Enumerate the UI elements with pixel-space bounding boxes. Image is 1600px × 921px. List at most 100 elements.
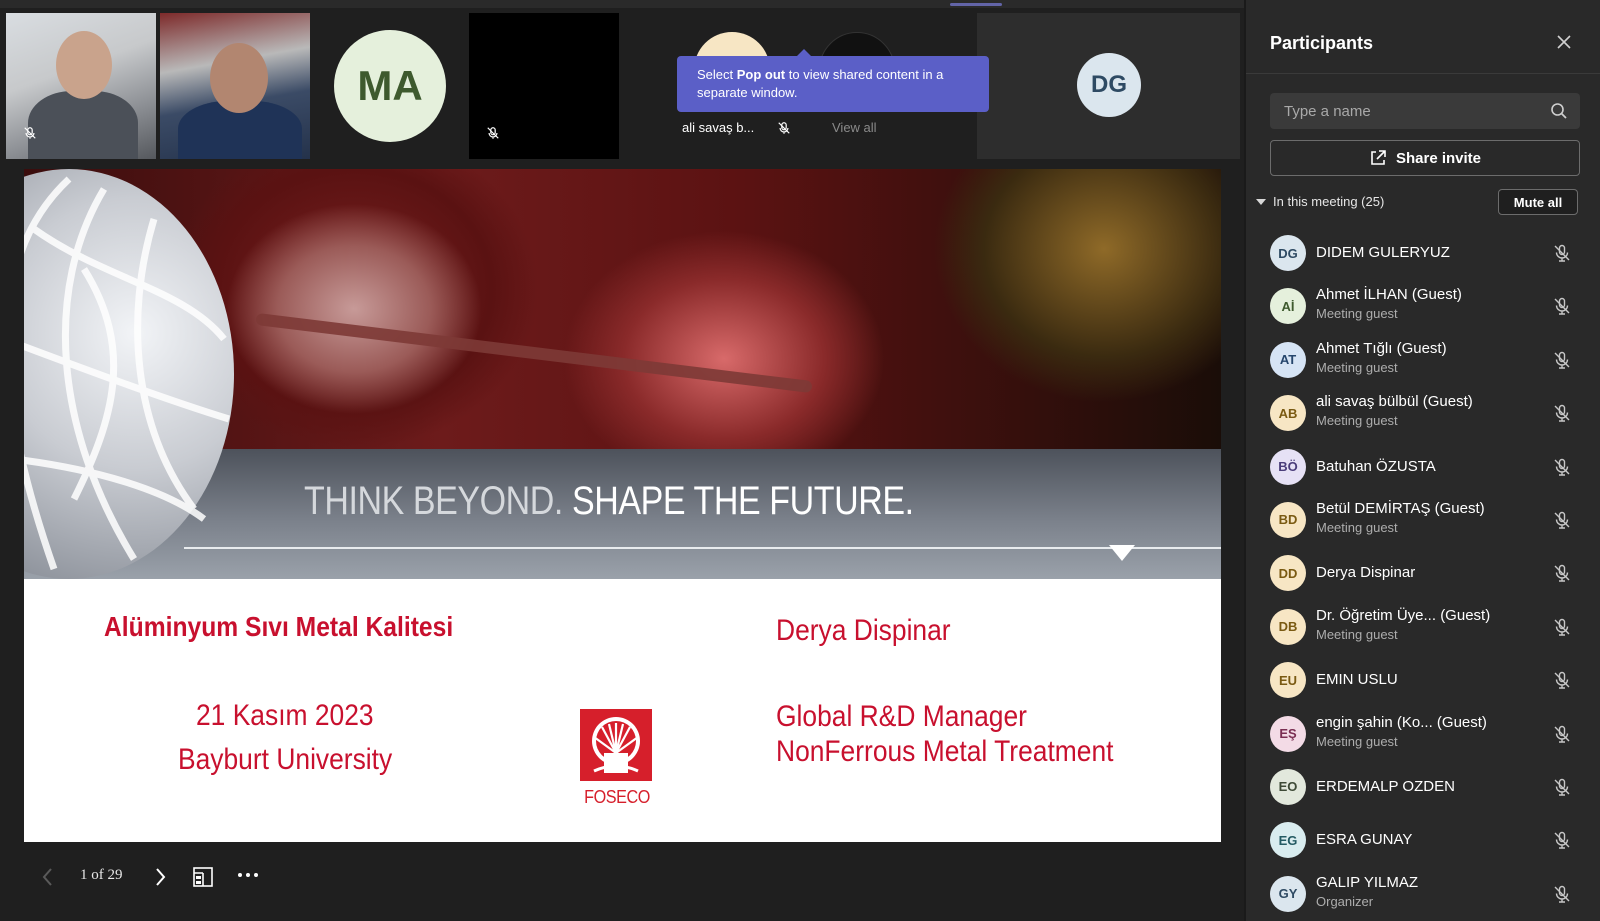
active-indicator — [950, 3, 1002, 6]
participant-role: Meeting guest — [1316, 626, 1398, 642]
slide-university: Bayburt University — [178, 743, 393, 776]
participant-row[interactable]: DD Derya Dispinar — [1246, 546, 1600, 599]
participant-role: Meeting guest — [1316, 306, 1398, 322]
participant-avatar: Aİ — [1270, 288, 1306, 325]
slide-title: Alüminyum Sıvı Metal Kalitesi — [104, 611, 454, 642]
mic-off-icon — [485, 125, 501, 141]
participant-name: ESRA GUNAY — [1316, 831, 1413, 849]
logo-emblem — [592, 717, 640, 773]
participant-row[interactable]: AT Ahmet Tığlı (Guest) Meeting guest — [1246, 333, 1600, 386]
video-tile-2[interactable] — [160, 13, 310, 159]
participant-row[interactable]: DG DIDEM GULERYUZ — [1246, 226, 1600, 279]
globe-pattern — [24, 176, 231, 571]
video-tile-dg[interactable]: DG — [977, 13, 1240, 159]
participant-video-head — [56, 31, 112, 99]
mic-off-icon[interactable] — [1552, 830, 1572, 850]
mic-off-icon[interactable] — [1552, 884, 1572, 904]
mic-off-icon[interactable] — [1552, 777, 1572, 797]
slogan-part-2: SHAPE THE FUTURE. — [571, 479, 914, 523]
slide-slogan: THINK BEYOND. SHAPE THE FUTURE. — [304, 479, 914, 524]
search-input[interactable] — [1284, 93, 1544, 129]
participant-name: ERDEMALP OZDEN — [1316, 777, 1455, 795]
participant-row[interactable]: BD Betül DEMİRTAŞ (Guest) Meeting guest — [1246, 493, 1600, 546]
participant-row[interactable]: EŞ engin şahin (Ko... (Guest) Meeting gues… — [1246, 707, 1600, 760]
view-all-link[interactable]: View all — [832, 120, 877, 135]
slide-presenter-department: NonFerrous Metal Treatment — [776, 735, 1114, 768]
participant-row[interactable]: EG ESRA GUNAY — [1246, 813, 1600, 866]
participant-row[interactable]: BÖ Batuhan ÖZUSTA — [1246, 440, 1600, 493]
video-tile-ma[interactable]: MA — [314, 13, 464, 159]
next-slide-button[interactable] — [150, 865, 170, 889]
slide-layout-button[interactable] — [192, 866, 214, 888]
participant-role: Meeting guest — [1316, 359, 1398, 375]
mic-off-icon[interactable] — [1552, 617, 1572, 637]
participant-avatar: EŞ — [1270, 715, 1306, 752]
mic-off-icon[interactable] — [1552, 724, 1572, 744]
participant-role: Meeting guest — [1316, 733, 1398, 749]
participant-row[interactable]: Aİ Ahmet İLHAN (Guest) Meeting guest — [1246, 279, 1600, 332]
participant-avatar: EU — [1270, 662, 1306, 699]
tooltip-text: Select — [697, 67, 737, 82]
participant-avatar: GY — [1270, 875, 1306, 912]
panel-divider — [1246, 73, 1600, 74]
mic-off-icon[interactable] — [1552, 670, 1572, 690]
previous-slide-button[interactable] — [38, 865, 58, 889]
participant-row[interactable]: DB Dr. Öğretim Üye... (Guest) Meeting gues… — [1246, 600, 1600, 653]
mic-off-icon[interactable] — [1552, 457, 1572, 477]
participant-avatar: DD — [1270, 555, 1306, 592]
tooltip-arrow — [797, 49, 811, 56]
participant-row[interactable]: GY GALIP YILMAZ Organizer — [1246, 867, 1600, 920]
participant-name: Batuhan ÖZUSTA — [1316, 457, 1436, 475]
mic-off-icon[interactable] — [1552, 563, 1572, 583]
mute-all-button[interactable]: Mute all — [1498, 189, 1578, 215]
participant-video-body — [28, 91, 138, 159]
participant-name: ali savaş bülbül (Guest) — [1316, 393, 1473, 411]
slide-page-count: 1 of 29 — [80, 867, 123, 883]
participant-name: EMIN USLU — [1316, 671, 1398, 689]
share-invite-label: Share invite — [1395, 149, 1482, 167]
participant-avatar: DB — [1270, 608, 1306, 645]
tooltip-bold-text: Pop out — [736, 67, 786, 82]
participant-name: GALIP YILMAZ — [1316, 873, 1418, 891]
mic-off-icon[interactable] — [1552, 403, 1572, 423]
participants-panel: Participants Share invite In this meetin… — [1244, 0, 1600, 921]
participant-name: Derya Dispinar — [1316, 564, 1416, 582]
mic-off-icon — [776, 120, 792, 136]
video-tile-overflow: Select Pop out to view shared content in… — [626, 13, 989, 159]
participant-avatar: BÖ — [1270, 448, 1306, 485]
participant-avatar: AT — [1270, 341, 1306, 378]
share-icon — [1371, 150, 1386, 165]
participant-role: Meeting guest — [1316, 519, 1398, 535]
mic-off-icon — [22, 125, 38, 141]
video-tile-off[interactable] — [469, 13, 619, 159]
participant-name: Ahmet İLHAN (Guest) — [1316, 286, 1462, 304]
mic-off-icon[interactable] — [1552, 510, 1572, 530]
participant-name: Dr. Öğretim Üye... (Guest) — [1316, 606, 1491, 624]
video-tile-1[interactable] — [6, 13, 156, 159]
foseco-logo: FOSECO — [580, 709, 654, 809]
pop-out-tooltip: Select Pop out to view shared content in… — [677, 49, 989, 112]
slides-panel-icon — [193, 867, 213, 887]
in-meeting-section-toggle[interactable]: In this meeting (25) — [1256, 194, 1384, 209]
mic-off-icon[interactable] — [1552, 296, 1572, 316]
participant-row[interactable]: EO ERDEMALP OZDEN — [1246, 760, 1600, 813]
close-icon[interactable] — [1552, 30, 1576, 54]
logo-mark — [580, 709, 652, 781]
mic-off-icon[interactable] — [1552, 350, 1572, 370]
participant-avatar: EG — [1270, 822, 1306, 859]
mic-off-icon[interactable] — [1552, 243, 1572, 263]
participant-name: engin şahin (Ko... (Guest) — [1316, 713, 1487, 731]
shared-presentation-slide: THINK BEYOND. SHAPE THE FUTURE. Alüminyu… — [24, 169, 1221, 842]
share-invite-button[interactable]: Share invite — [1270, 140, 1580, 176]
slogan-part-1: THINK BEYOND. — [304, 479, 572, 523]
caret-down-icon — [1256, 198, 1266, 205]
participant-role: Meeting guest — [1316, 413, 1398, 429]
participant-row[interactable]: EU EMIN USLU — [1246, 653, 1600, 706]
slide-divider-line — [184, 547, 1221, 549]
more-options-button[interactable] — [236, 863, 260, 886]
participant-row[interactable]: AB ali savaş bülbül (Guest) Meeting guest — [1246, 386, 1600, 439]
participant-avatar: BD — [1270, 501, 1306, 538]
chevron-left-icon — [42, 868, 52, 886]
search-icon[interactable] — [1550, 102, 1568, 120]
chevron-right-icon — [156, 868, 166, 886]
